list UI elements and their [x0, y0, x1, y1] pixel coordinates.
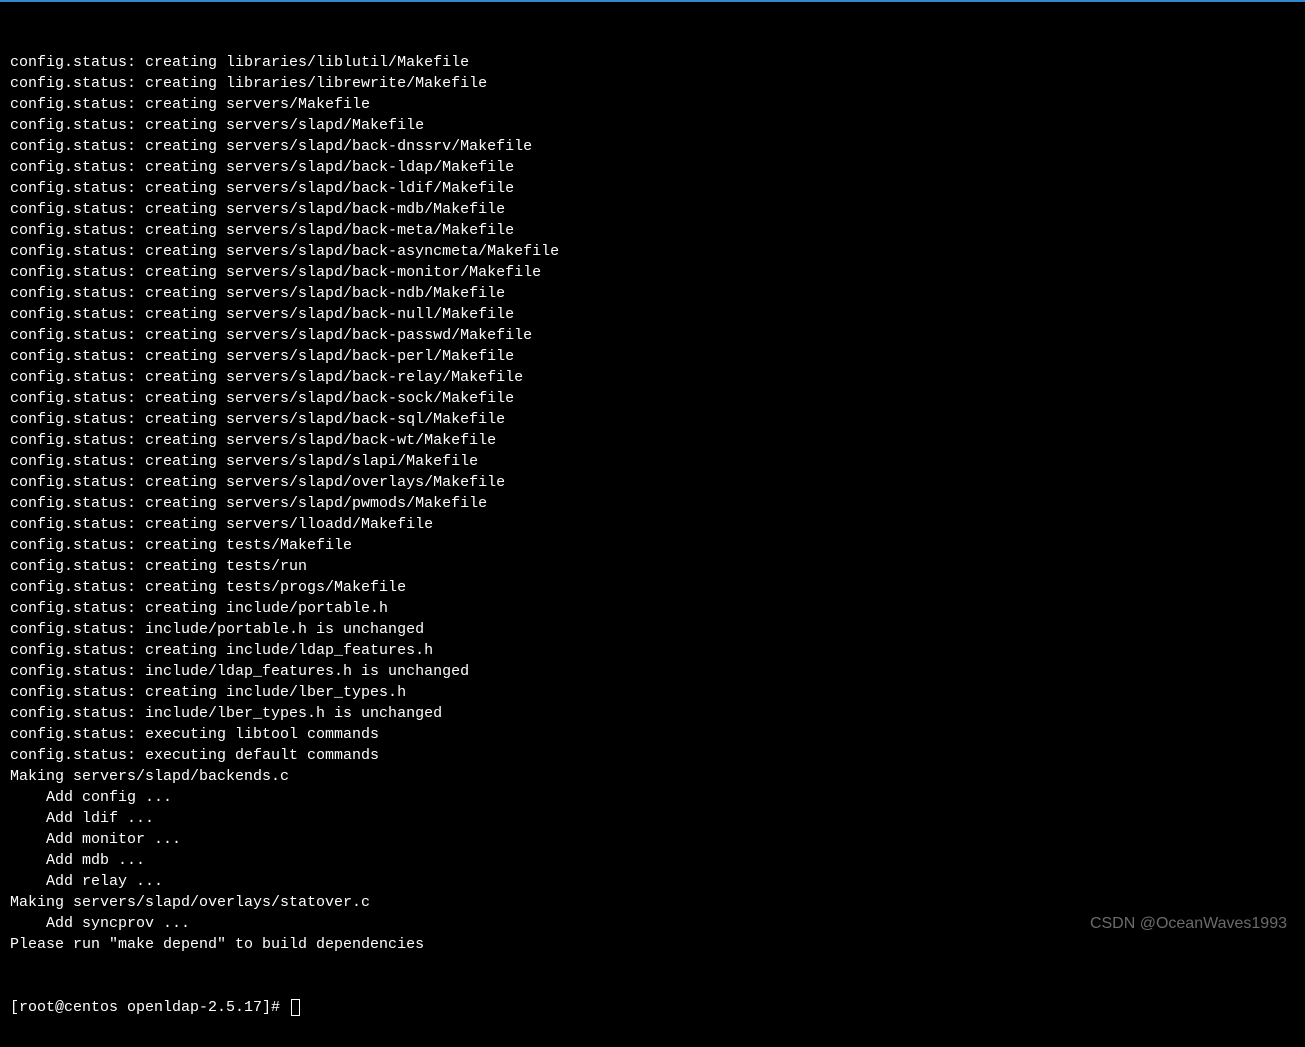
terminal-line: config.status: creating servers/slapd/ba…	[10, 262, 1295, 283]
terminal-line: config.status: creating servers/slapd/ba…	[10, 304, 1295, 325]
terminal-line: config.status: creating tests/Makefile	[10, 535, 1295, 556]
terminal-line: config.status: creating servers/slapd/ba…	[10, 325, 1295, 346]
terminal-line: config.status: creating servers/lloadd/M…	[10, 514, 1295, 535]
terminal-line: config.status: include/portable.h is unc…	[10, 619, 1295, 640]
terminal-line: config.status: creating servers/slapd/ba…	[10, 346, 1295, 367]
terminal-line: config.status: creating tests/progs/Make…	[10, 577, 1295, 598]
terminal-line: config.status: creating servers/slapd/ba…	[10, 220, 1295, 241]
terminal-line: config.status: creating servers/slapd/sl…	[10, 451, 1295, 472]
terminal-line: config.status: creating servers/Makefile	[10, 94, 1295, 115]
terminal-line: config.status: creating libraries/librew…	[10, 73, 1295, 94]
terminal-line: config.status: creating servers/slapd/ba…	[10, 367, 1295, 388]
terminal-line: config.status: creating servers/slapd/pw…	[10, 493, 1295, 514]
terminal-line: Add relay ...	[10, 871, 1295, 892]
terminal-line: config.status: creating servers/slapd/ba…	[10, 178, 1295, 199]
terminal-line: config.status: creating servers/slapd/ba…	[10, 241, 1295, 262]
terminal-lines: config.status: creating libraries/liblut…	[10, 52, 1295, 955]
prompt-line[interactable]: [root@centos openldap-2.5.17]#	[10, 997, 1295, 1018]
terminal-line: config.status: creating servers/slapd/Ma…	[10, 115, 1295, 136]
terminal-output[interactable]: config.status: creating libraries/liblut…	[0, 2, 1305, 1047]
terminal-line: Making servers/slapd/overlays/statover.c	[10, 892, 1295, 913]
terminal-line: config.status: include/lber_types.h is u…	[10, 703, 1295, 724]
terminal-line: config.status: creating servers/slapd/ba…	[10, 199, 1295, 220]
terminal-line: Add ldif ...	[10, 808, 1295, 829]
terminal-line: config.status: creating servers/slapd/ba…	[10, 136, 1295, 157]
terminal-line: Making servers/slapd/backends.c	[10, 766, 1295, 787]
terminal-line: config.status: creating servers/slapd/ba…	[10, 157, 1295, 178]
watermark-text: CSDN @OceanWaves1993	[1090, 913, 1287, 935]
cursor-icon	[291, 999, 300, 1016]
terminal-line: config.status: creating include/portable…	[10, 598, 1295, 619]
terminal-line: config.status: creating tests/run	[10, 556, 1295, 577]
shell-prompt: [root@centos openldap-2.5.17]#	[10, 997, 289, 1018]
terminal-line: Add config ...	[10, 787, 1295, 808]
terminal-line: config.status: creating include/ldap_fea…	[10, 640, 1295, 661]
terminal-line: config.status: creating servers/slapd/ba…	[10, 430, 1295, 451]
terminal-line: Add monitor ...	[10, 829, 1295, 850]
terminal-line: Add mdb ...	[10, 850, 1295, 871]
terminal-line: config.status: include/ldap_features.h i…	[10, 661, 1295, 682]
terminal-line: config.status: executing default command…	[10, 745, 1295, 766]
terminal-line: config.status: creating servers/slapd/ba…	[10, 409, 1295, 430]
terminal-line: config.status: creating servers/slapd/ba…	[10, 388, 1295, 409]
terminal-line: config.status: creating servers/slapd/ov…	[10, 472, 1295, 493]
terminal-line: config.status: creating include/lber_typ…	[10, 682, 1295, 703]
terminal-line: config.status: executing libtool command…	[10, 724, 1295, 745]
terminal-line: config.status: creating libraries/liblut…	[10, 52, 1295, 73]
terminal-line: config.status: creating servers/slapd/ba…	[10, 283, 1295, 304]
